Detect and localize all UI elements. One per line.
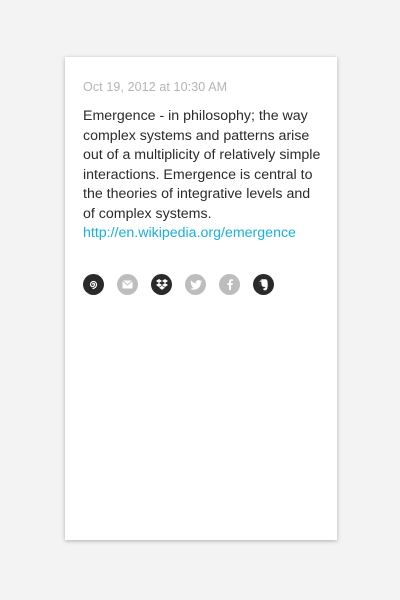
share-bar bbox=[83, 274, 274, 295]
share-spiral-button[interactable] bbox=[83, 274, 104, 295]
note-text: Emergence - in philosophy; the way compl… bbox=[83, 108, 321, 222]
share-mail-button[interactable] bbox=[117, 274, 138, 295]
evernote-icon bbox=[258, 278, 268, 290]
facebook-icon bbox=[226, 279, 233, 290]
share-evernote-button[interactable] bbox=[253, 274, 274, 295]
note-content: Emergence - in philosophy; the way compl… bbox=[83, 107, 323, 244]
share-dropbox-button[interactable] bbox=[151, 274, 172, 295]
share-facebook-button[interactable] bbox=[219, 274, 240, 295]
note-link[interactable]: http://en.wikipedia.org/emergence bbox=[83, 224, 323, 244]
dropbox-icon bbox=[155, 279, 168, 290]
note-timestamp: Oct 19, 2012 at 10:30 AM bbox=[83, 80, 228, 94]
spiral-icon bbox=[89, 280, 98, 290]
share-twitter-button[interactable] bbox=[185, 274, 206, 295]
mail-icon bbox=[122, 280, 133, 289]
note-card: Oct 19, 2012 at 10:30 AM Emergence - in … bbox=[65, 57, 337, 540]
twitter-icon bbox=[189, 279, 202, 290]
